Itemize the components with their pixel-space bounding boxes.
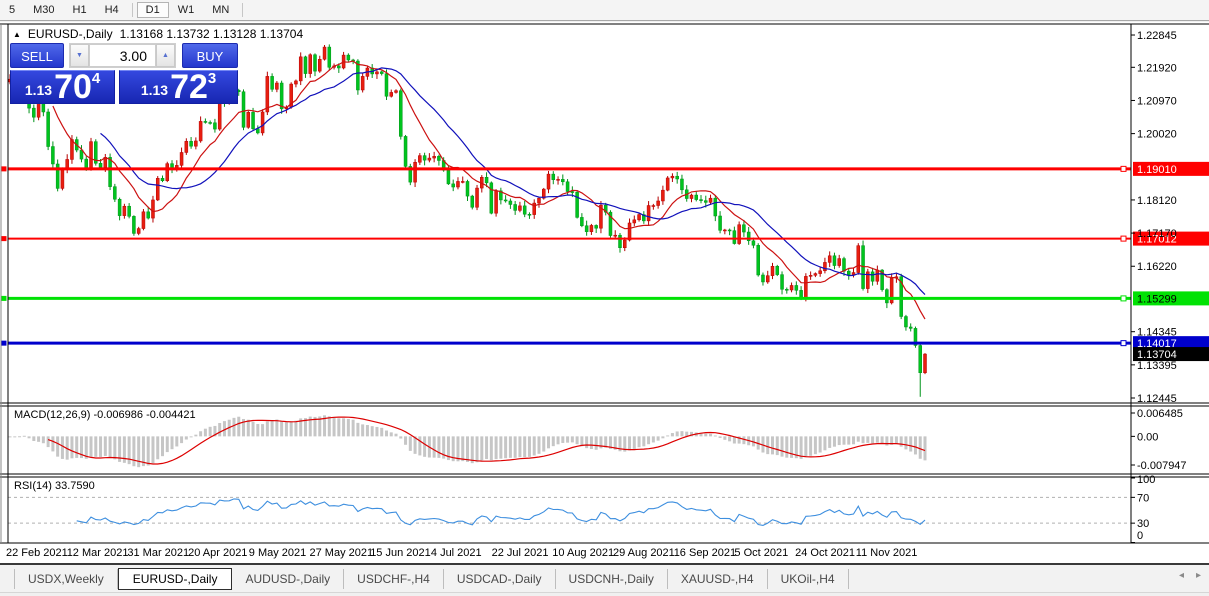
chart-tab-usdcad-daily[interactable]: USDCAD-,Daily — [444, 569, 556, 589]
rsi-tick-label: 70 — [1137, 492, 1149, 504]
timeframe-button-5[interactable]: 5 — [0, 2, 24, 18]
price-tick-label: 1.22845 — [1137, 30, 1177, 42]
price-tick-label: 1.20020 — [1137, 129, 1177, 141]
one-click-trading-panel: SELL ▼ ▲ BUY 1.13 70 4 1.13 72 3 — [10, 43, 238, 104]
tabs-scroll-right-icon[interactable]: ▸ — [1196, 570, 1201, 581]
date-tick-label: 15 Jun 2021 — [370, 547, 431, 559]
line-left-handle[interactable] — [2, 166, 7, 171]
line-right-handle[interactable] — [1121, 341, 1126, 346]
line-right-handle[interactable] — [1121, 236, 1126, 241]
chart-tab-ukoil-h4[interactable]: UKOil-,H4 — [768, 569, 849, 589]
date-tick-label: 24 Oct 2021 — [795, 547, 855, 559]
price-tick-label: 1.14345 — [1137, 327, 1177, 339]
buy-price-prefix: 1.13 — [141, 82, 168, 98]
date-tick-label: 12 Mar 2021 — [67, 547, 129, 559]
date-tick-label: 10 Aug 2021 — [552, 547, 614, 559]
sell-price-box[interactable]: 1.13 70 4 — [10, 70, 115, 104]
line-right-handle[interactable] — [1121, 296, 1126, 301]
price-tick-label: 1.17170 — [1137, 228, 1177, 240]
rsi-indicator-label: RSI(14) 33.7590 — [14, 480, 95, 492]
line-left-handle[interactable] — [2, 296, 7, 301]
chart-tab-eurusd-daily[interactable]: EURUSD-,Daily — [118, 568, 233, 590]
timeframe-button-h1[interactable]: H1 — [64, 2, 96, 18]
buy-price-box[interactable]: 1.13 72 3 — [119, 70, 238, 104]
current-price-label: 1.13704 — [1133, 347, 1209, 361]
macd-indicator-label: MACD(12,26,9) -0.006986 -0.004421 — [14, 409, 196, 421]
timeframe-toolbar: 5M30H1H4 D1W1MN — [0, 0, 1209, 21]
chart-header: ▲ EURUSD-,Daily 1.13168 1.13732 1.13128 … — [13, 27, 303, 41]
price-tick-label: 1.13395 — [1137, 360, 1177, 372]
chart-ohlc-quote: 1.13168 1.13732 1.13128 1.13704 — [120, 27, 304, 41]
volume-input[interactable] — [89, 44, 156, 67]
date-tick-label: 27 May 2021 — [310, 547, 374, 559]
toolbar-separator — [132, 3, 133, 17]
current-price-text: 1.13704 — [1137, 349, 1177, 361]
date-tick-label: 29 Aug 2021 — [613, 547, 675, 559]
price-line-label: 1.15299 — [1137, 293, 1177, 305]
timeframe-button-h4[interactable]: H4 — [96, 2, 128, 18]
collapse-chart-icon[interactable]: ▲ — [13, 30, 21, 39]
date-tick-label: 5 Oct 2021 — [734, 547, 788, 559]
sell-price-big: 70 — [54, 73, 92, 102]
date-tick-label: 16 Sep 2021 — [674, 547, 736, 559]
chart-tab-audusd-daily[interactable]: AUDUSD-,Daily — [232, 569, 344, 589]
price-tick-label: 1.16220 — [1137, 261, 1177, 273]
line-left-handle[interactable] — [2, 341, 7, 346]
volume-decrease-icon[interactable]: ▼ — [70, 44, 89, 67]
macd-tick-label: -0.007947 — [1137, 460, 1187, 472]
sell-button[interactable]: SELL — [10, 43, 64, 68]
timeframe-button-d1[interactable]: D1 — [137, 2, 169, 18]
date-tick-label: 11 Nov 2021 — [856, 547, 918, 559]
chart-tab-usdx-weekly[interactable]: USDX,Weekly — [14, 569, 118, 589]
tabs-scroll-left-icon[interactable]: ◂ — [1179, 570, 1184, 581]
toolbar-separator — [242, 3, 243, 17]
tab-scroll-arrows: ◂ ▸ — [1179, 570, 1201, 581]
trading-terminal-window: 5M30H1H4D1W1MN 1.190101.170121.152991.14… — [0, 0, 1209, 596]
rsi-tick-label: 100 — [1137, 474, 1155, 486]
line-right-handle[interactable] — [1121, 166, 1126, 171]
buy-button[interactable]: BUY — [182, 43, 238, 68]
price-line-label: 1.19010 — [1137, 164, 1177, 176]
date-tick-label: 20 Apr 2021 — [188, 547, 247, 559]
macd-tick-label: 0.00 — [1137, 431, 1158, 443]
chart-tab-usdchf-h4[interactable]: USDCHF-,H4 — [344, 569, 444, 589]
timeframe-button-w1[interactable]: W1 — [169, 2, 204, 18]
rsi-tick-label: 30 — [1137, 518, 1149, 530]
sell-price-sup: 4 — [92, 70, 100, 87]
chart-symbol-title: EURUSD-,Daily — [28, 27, 113, 41]
macd-tick-label: 0.006485 — [1137, 408, 1183, 420]
date-tick-label: 4 Jul 2021 — [431, 547, 482, 559]
price-tick-label: 1.20970 — [1137, 95, 1177, 107]
volume-spinner: ▼ ▲ — [69, 43, 176, 68]
timeframe-button-mn[interactable]: MN — [203, 2, 238, 18]
date-axis[interactable]: 22 Feb 202112 Mar 202131 Mar 202120 Apr … — [6, 547, 917, 559]
status-strip — [0, 592, 1209, 596]
buy-price-sup: 3 — [208, 70, 216, 87]
sell-price-prefix: 1.13 — [25, 82, 52, 98]
date-tick-label: 9 May 2021 — [249, 547, 306, 559]
date-tick-label: 31 Mar 2021 — [127, 547, 189, 559]
timeframe-button-m30[interactable]: M30 — [24, 2, 63, 18]
volume-increase-icon[interactable]: ▲ — [156, 44, 175, 67]
price-tick-label: 1.18120 — [1137, 195, 1177, 207]
date-tick-label: 22 Jul 2021 — [492, 547, 549, 559]
rsi-tick-label: 0 — [1137, 530, 1143, 542]
date-tick-label: 22 Feb 2021 — [6, 547, 68, 559]
line-left-handle[interactable] — [2, 236, 7, 241]
buy-price-big: 72 — [170, 73, 208, 102]
chart-tabs-bar: USDX,WeeklyEURUSD-,DailyAUDUSD-,DailyUSD… — [0, 563, 1209, 592]
price-tick-label: 1.21920 — [1137, 62, 1177, 74]
chart-tab-usdcnh-daily[interactable]: USDCNH-,Daily — [556, 569, 668, 589]
chart-tab-xauusd-h4[interactable]: XAUUSD-,H4 — [668, 569, 768, 589]
